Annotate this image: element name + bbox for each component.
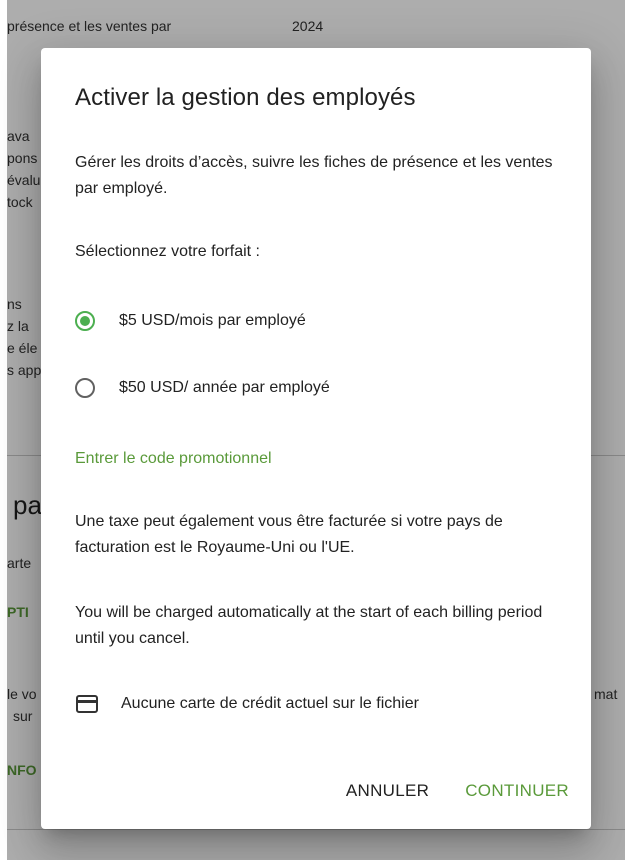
promo-code-link[interactable]: Entrer le code promotionnel — [75, 450, 272, 468]
dialog-actions: ANNULER CONTINUER — [328, 773, 569, 809]
dialog-description: Gérer les droits d’accès, suivre les fic… — [75, 154, 553, 197]
credit-card-status: Aucune carte de crédit actuel sur le fic… — [75, 694, 419, 714]
plan-prompt: Sélectionnez votre forfait : — [75, 243, 260, 260]
dialog-title: Activer la gestion des employés — [75, 84, 416, 111]
plan-option-label: $5 USD/mois par employé — [119, 312, 306, 329]
plan-option-monthly[interactable]: $5 USD/mois par employé — [75, 311, 306, 331]
plan-option-yearly[interactable]: $50 USD/ année par employé — [75, 378, 330, 398]
plan-option-label: $50 USD/ année par employé — [119, 379, 330, 396]
continue-button[interactable]: CONTINUER — [447, 773, 569, 809]
radio-unselected-icon[interactable] — [75, 378, 95, 398]
card-status-text: Aucune carte de crédit actuel sur le fic… — [121, 695, 419, 712]
cancel-button[interactable]: ANNULER — [328, 773, 447, 809]
charge-note: You will be charged automatically at the… — [75, 604, 543, 647]
employee-management-dialog: Activer la gestion des employés Gérer le… — [41, 48, 591, 829]
tax-note: Une taxe peut également vous être factur… — [75, 513, 503, 556]
credit-card-icon — [76, 695, 98, 713]
radio-selected-icon[interactable] — [75, 311, 95, 331]
